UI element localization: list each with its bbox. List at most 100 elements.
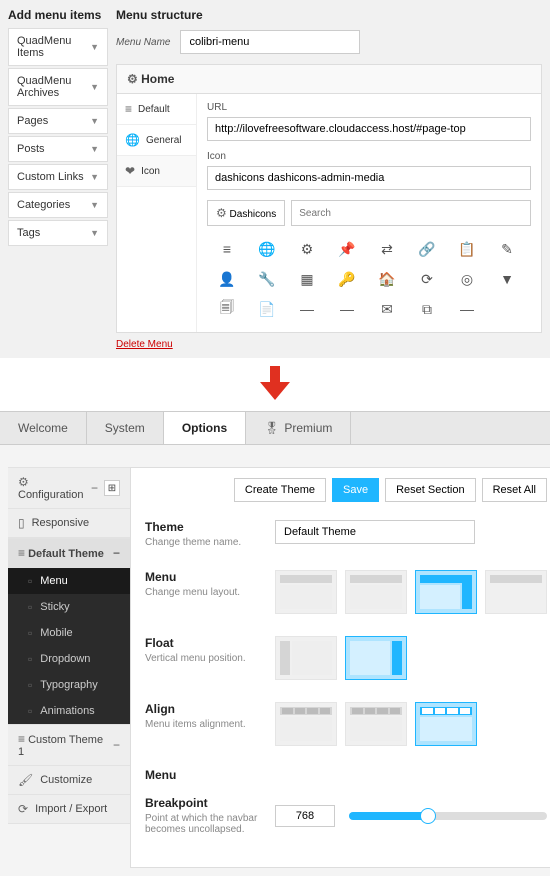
- caret-down-icon: ▼: [90, 82, 99, 92]
- breakpoint-input[interactable]: [275, 805, 335, 827]
- gear-icon: ⚙: [216, 206, 227, 220]
- menu-item-home[interactable]: ⚙ Home: [116, 64, 542, 94]
- bullet-icon: ▫: [28, 626, 32, 640]
- dashicons-button[interactable]: ⚙ Dashicons: [207, 200, 285, 226]
- icon-cell[interactable]: 🗐: [207, 294, 247, 324]
- url-input[interactable]: [207, 117, 531, 141]
- sidebar-import-export[interactable]: ⟳Import / Export: [8, 795, 130, 824]
- detail-tab-default[interactable]: ≡Default: [117, 94, 196, 125]
- sidebar-sub-typography[interactable]: ▫Typography: [8, 672, 130, 698]
- option-theme: ThemeChange theme name.: [145, 520, 547, 548]
- options-sidebar: ⚙ Configuration −⊞ ▯Responsive ≡ Default…: [8, 467, 130, 868]
- icon-cell[interactable]: ▦: [287, 264, 327, 294]
- icon-cell[interactable]: ⟳: [407, 264, 447, 294]
- save-button[interactable]: Save: [332, 478, 379, 502]
- icon-cell[interactable]: —: [447, 294, 487, 324]
- sidebar-custom-theme[interactable]: ≡ Custom Theme 1 −: [8, 724, 130, 766]
- breakpoint-slider[interactable]: [349, 812, 547, 820]
- add-item-pages[interactable]: Pages▼: [8, 108, 108, 134]
- tab-premium[interactable]: 🎖 Premium: [246, 412, 351, 444]
- caret-down-icon: ▼: [90, 144, 99, 154]
- layout-option-3[interactable]: [415, 570, 477, 614]
- globe-icon: 🌐: [125, 133, 140, 147]
- icon-cell[interactable]: 🏠: [367, 264, 407, 294]
- tabs-bar: Welcome System Options 🎖 Premium: [0, 411, 550, 445]
- icon-cell[interactable]: ≡: [207, 234, 247, 264]
- sidebar-sub-mobile[interactable]: ▫Mobile: [8, 620, 130, 646]
- add-item-quadmenu-archives[interactable]: QuadMenu Archives▼: [8, 68, 108, 106]
- sidebar-responsive[interactable]: ▯Responsive: [8, 509, 130, 538]
- icon-cell[interactable]: ◎: [447, 264, 487, 294]
- menu-name-input[interactable]: [180, 30, 360, 54]
- theme-name-input[interactable]: [275, 520, 475, 544]
- arrow-divider: [0, 358, 550, 411]
- minus-icon: −: [113, 738, 120, 752]
- icon-cell[interactable]: ▼: [487, 264, 527, 294]
- add-item-tags[interactable]: Tags▼: [8, 220, 108, 246]
- detail-tab-icon[interactable]: ❤Icon: [117, 156, 196, 187]
- option-align: AlignMenu items alignment.: [145, 702, 547, 746]
- list-icon: ≡: [125, 102, 132, 116]
- layout-option-4[interactable]: [485, 570, 547, 614]
- reset-section-button[interactable]: Reset Section: [385, 478, 475, 502]
- add-item-categories[interactable]: Categories▼: [8, 192, 108, 218]
- icon-cell[interactable]: 📌: [327, 234, 367, 264]
- tab-options[interactable]: Options: [164, 412, 246, 444]
- icon-cell[interactable]: 🌐: [247, 234, 287, 264]
- float-option-right[interactable]: [345, 636, 407, 680]
- sidebar-sub-sticky[interactable]: ▫Sticky: [8, 594, 130, 620]
- tab-welcome[interactable]: Welcome: [0, 412, 87, 444]
- detail-tab-general[interactable]: 🌐General: [117, 125, 196, 156]
- bullet-icon: ▫: [28, 652, 32, 666]
- sidebar-default-theme[interactable]: ≡ Default Theme −: [8, 538, 130, 568]
- add-items-title: Add menu items: [8, 8, 108, 22]
- icon-grid: ≡🌐⚙📌⇄🔗📋✎👤🔧▦🔑🏠⟳◎▼🗐📄——✉⧉—: [207, 234, 531, 324]
- sidebar-sub-dropdown[interactable]: ▫Dropdown: [8, 646, 130, 672]
- sidebar-sub-menu[interactable]: ▫Menu: [8, 568, 130, 594]
- add-item-posts[interactable]: Posts▼: [8, 136, 108, 162]
- icon-cell[interactable]: ✉: [367, 294, 407, 324]
- minus-icon: −: [91, 481, 98, 495]
- reset-all-button[interactable]: Reset All: [482, 478, 547, 502]
- home-label: Home: [141, 72, 174, 86]
- icon-cell[interactable]: —: [327, 294, 367, 324]
- caret-down-icon: ▼: [90, 42, 99, 52]
- icon-search-input[interactable]: [291, 200, 531, 226]
- layout-option-1[interactable]: [275, 570, 337, 614]
- expand-toggle[interactable]: ⊞: [104, 480, 120, 496]
- icon-cell[interactable]: 🔑: [327, 264, 367, 294]
- align-option-2[interactable]: [345, 702, 407, 746]
- delete-menu-link[interactable]: Delete Menu: [116, 339, 542, 350]
- menu-builder-panel: Add menu items QuadMenu Items▼QuadMenu A…: [0, 0, 550, 358]
- sidebar-configuration[interactable]: ⚙ Configuration −⊞: [8, 467, 130, 509]
- icon-cell[interactable]: ⧉: [407, 294, 447, 324]
- icon-cell[interactable]: 🔗: [407, 234, 447, 264]
- bullet-icon: ▫: [28, 704, 32, 718]
- icon-cell[interactable]: —: [287, 294, 327, 324]
- layout-option-2[interactable]: [345, 570, 407, 614]
- align-option-1[interactable]: [275, 702, 337, 746]
- gear-icon: ⚙: [18, 475, 29, 489]
- icon-cell[interactable]: ⚙: [287, 234, 327, 264]
- sidebar-customize[interactable]: 🖌Customize: [8, 766, 130, 795]
- option-breakpoint: BreakpointPoint at which the navbar beco…: [145, 796, 547, 835]
- icon-cell[interactable]: 📋: [447, 234, 487, 264]
- sidebar-sub-animations[interactable]: ▫Animations: [8, 698, 130, 724]
- icon-cell[interactable]: ⇄: [367, 234, 407, 264]
- icon-input[interactable]: [207, 166, 531, 190]
- align-option-3[interactable]: [415, 702, 477, 746]
- add-item-quadmenu-items[interactable]: QuadMenu Items▼: [8, 28, 108, 66]
- heart-icon: ❤: [125, 164, 135, 178]
- tab-system[interactable]: System: [87, 412, 164, 444]
- icon-cell[interactable]: 👤: [207, 264, 247, 294]
- icon-cell[interactable]: 🔧: [247, 264, 287, 294]
- icon-cell[interactable]: ✎: [487, 234, 527, 264]
- add-item-custom-links[interactable]: Custom Links▼: [8, 164, 108, 190]
- add-menu-items-col: Add menu items QuadMenu Items▼QuadMenu A…: [8, 8, 108, 350]
- option-menu-layout: MenuChange menu layout.: [145, 570, 547, 614]
- create-theme-button[interactable]: Create Theme: [234, 478, 326, 502]
- menu-name-label: Menu Name: [116, 37, 170, 48]
- icon-cell[interactable]: 📄: [247, 294, 287, 324]
- float-option-left[interactable]: [275, 636, 337, 680]
- menu-section-heading: Menu: [145, 768, 547, 782]
